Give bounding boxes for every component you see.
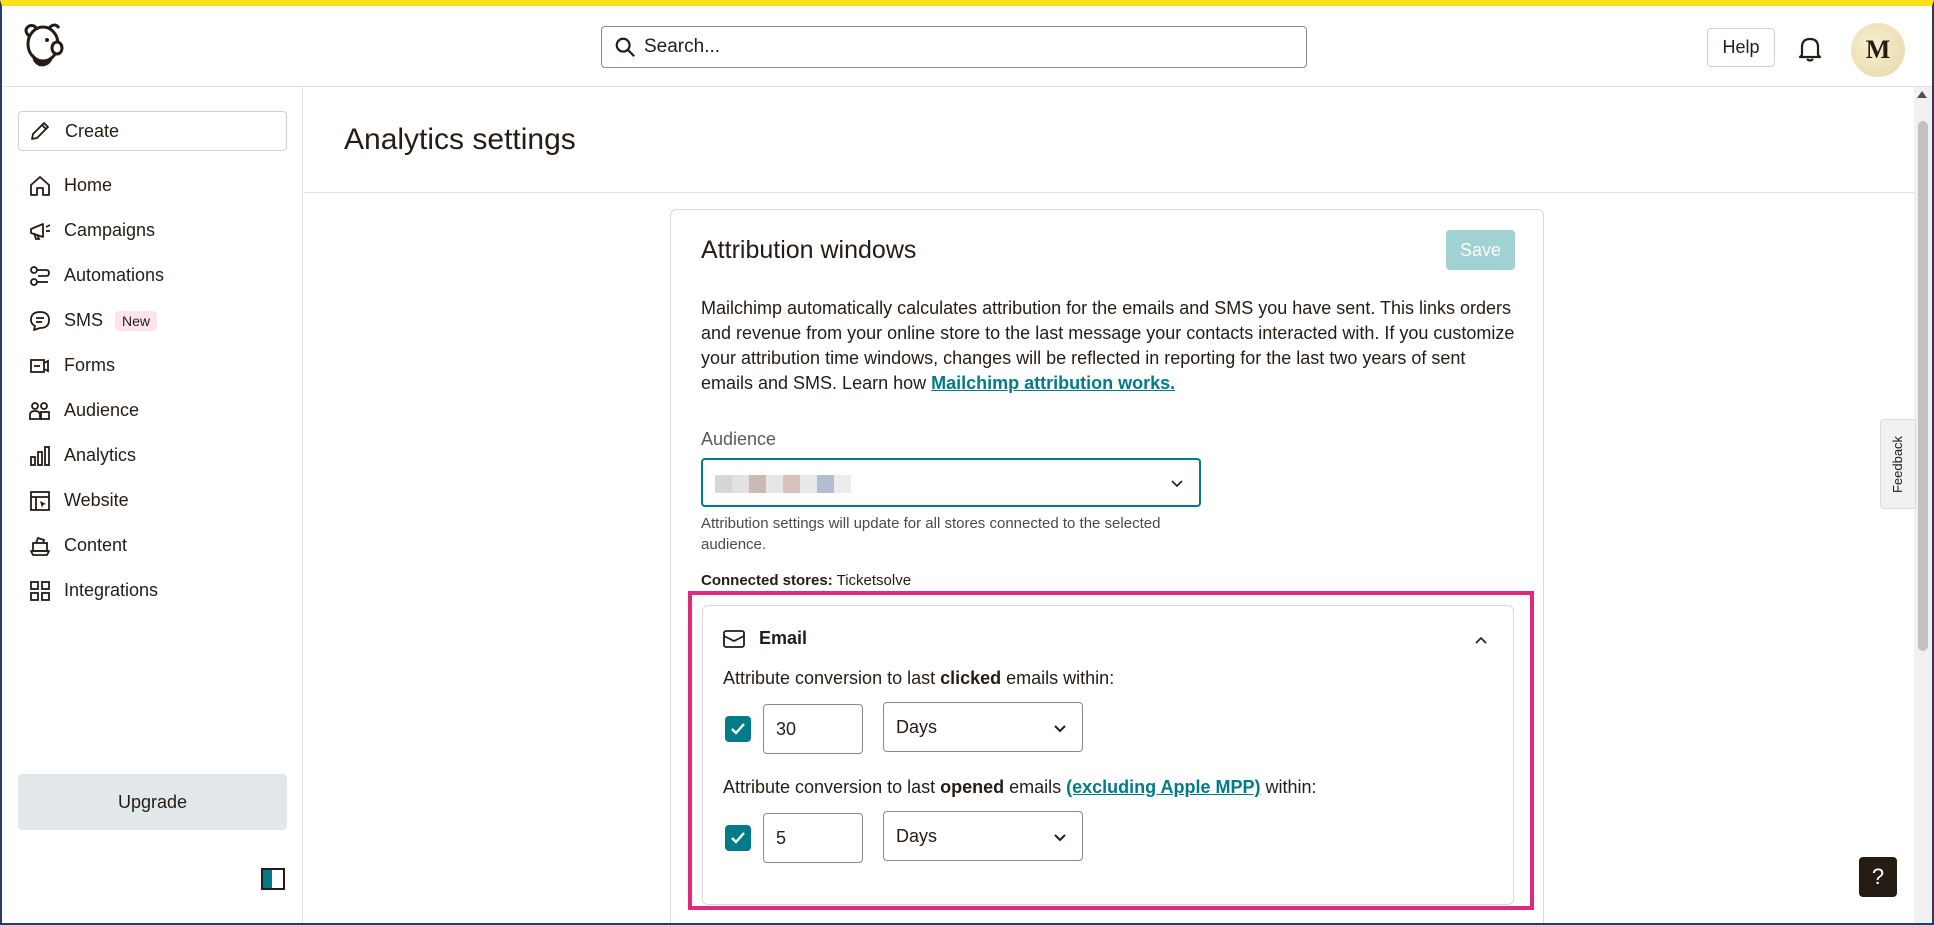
attribution-description: Mailchimp automatically calculates attri… <box>701 296 1521 396</box>
opened-unit-value: Days <box>896 825 938 846</box>
mailchimp-logo-icon[interactable] <box>19 20 67 72</box>
help-fab-button[interactable]: ? <box>1859 857 1897 897</box>
page-header: Analytics settings <box>304 87 1914 193</box>
clicked-rule-prefix: Attribute conversion to last <box>723 668 941 688</box>
sidebar-item-label: SMS <box>64 310 104 330</box>
sidebar-item-forms[interactable]: Forms <box>18 343 287 388</box>
sidebar-item-label: Analytics <box>64 445 137 465</box>
connected-stores: Connected stores: Ticketsolve <box>701 572 911 589</box>
sidebar-item-home[interactable]: Home <box>18 163 287 208</box>
checkmark-icon <box>731 832 745 844</box>
top-bar: Help M <box>2 6 1932 87</box>
clicked-rule-suffix: emails within: <box>1001 668 1115 688</box>
audience-help-text: Attribution settings will update for all… <box>701 515 1161 553</box>
email-attribution-panel: Email Attribute conversion to last click… <box>702 605 1514 905</box>
sidebar-item-website[interactable]: Website <box>18 478 287 523</box>
pencil-icon <box>31 122 49 140</box>
clicked-rule-text: Attribute conversion to last clicked ema… <box>723 668 1114 689</box>
sidebar-item-label: Content <box>64 535 128 555</box>
sidebar-item-automations[interactable]: Automations <box>18 253 287 298</box>
chevron-up-icon[interactable] <box>1473 633 1489 649</box>
website-icon <box>28 489 52 513</box>
card-title: Attribution windows <box>701 236 917 264</box>
opened-rule-text: Attribute conversion to last opened emai… <box>723 777 1317 798</box>
chevron-down-icon <box>1054 725 1066 733</box>
opened-rule-emphasis: opened <box>940 777 1005 797</box>
email-panel-title: Email <box>759 628 808 648</box>
clicked-rule-emphasis: clicked <box>940 668 1002 688</box>
clicked-days-input[interactable] <box>763 704 863 754</box>
sidebar-item-label: Automations <box>64 265 165 285</box>
checkmark-icon <box>731 723 745 735</box>
home-icon <box>28 174 52 198</box>
audience-label: Audience <box>701 429 777 449</box>
sidebar-item-label: Forms <box>64 355 115 375</box>
sidebar-item-analytics[interactable]: Analytics <box>18 433 287 478</box>
opened-rule-middle: emails <box>1004 777 1067 797</box>
search-input[interactable] <box>644 36 1284 58</box>
analytics-icon <box>28 444 52 468</box>
sidebar: Create Home Campaigns Automations SMS Ne… <box>2 87 303 923</box>
create-button[interactable]: Create <box>18 111 287 151</box>
app-window: Help M Create Home <box>0 0 1934 925</box>
email-panel-header[interactable]: Email <box>723 628 807 649</box>
sidebar-item-label: Integrations <box>64 580 159 600</box>
stores-value: Ticketsolve <box>832 572 912 589</box>
opened-days-input[interactable] <box>763 813 863 863</box>
clicked-unit-select[interactable]: Days <box>883 702 1083 752</box>
sidebar-item-label: Audience <box>64 400 140 420</box>
search-bar[interactable] <box>601 26 1307 68</box>
audience-value-redacted <box>715 475 851 493</box>
opened-rule-suffix: within: <box>1260 777 1317 797</box>
sidebar-item-campaigns[interactable]: Campaigns <box>18 208 287 253</box>
stores-label: Connected stores: <box>701 572 833 589</box>
audience-select[interactable] <box>701 458 1201 507</box>
sidebar-item-sms[interactable]: SMS New <box>18 298 287 343</box>
sms-icon <box>28 309 52 333</box>
sidebar-item-label: Campaigns <box>64 220 156 240</box>
opened-rule-prefix: Attribute conversion to last <box>723 777 941 797</box>
notifications-bell-icon[interactable] <box>1797 35 1823 63</box>
clicked-unit-value: Days <box>896 716 938 737</box>
sidebar-collapse-icon[interactable] <box>261 868 285 890</box>
integrations-icon <box>28 579 52 603</box>
clicked-checkbox[interactable] <box>725 716 751 742</box>
help-button[interactable]: Help <box>1707 28 1775 67</box>
chevron-down-icon <box>1171 480 1183 488</box>
forms-icon <box>28 354 52 378</box>
sidebar-nav: Home Campaigns Automations SMS New Forms… <box>18 163 287 613</box>
content-icon <box>28 534 52 558</box>
scroll-up-arrow-icon[interactable] <box>1917 91 1927 98</box>
megaphone-icon <box>28 219 52 243</box>
sidebar-item-label: Website <box>64 490 129 510</box>
upgrade-button[interactable]: Upgrade <box>18 774 287 830</box>
apple-mpp-link[interactable]: (excluding Apple MPP) <box>1066 777 1260 797</box>
sidebar-item-label: Home <box>64 175 113 195</box>
automation-icon <box>28 264 52 288</box>
create-label: Create <box>65 120 120 141</box>
feedback-tab[interactable]: Feedback <box>1880 419 1916 509</box>
attribution-learn-link[interactable]: Mailchimp attribution works. <box>931 373 1175 393</box>
sidebar-item-audience[interactable]: Audience <box>18 388 287 433</box>
search-icon <box>615 37 635 57</box>
save-button[interactable]: Save <box>1446 230 1515 270</box>
sidebar-item-content[interactable]: Content <box>18 523 287 568</box>
page-scrollbar[interactable] <box>1914 87 1932 923</box>
opened-checkbox[interactable] <box>725 825 751 851</box>
new-badge: New <box>115 310 158 331</box>
main-content: Analytics settings Attribution windows S… <box>304 87 1914 923</box>
feedback-label: Feedback <box>1890 435 1906 493</box>
sidebar-item-integrations[interactable]: Integrations <box>18 568 287 613</box>
user-avatar[interactable]: M <box>1851 23 1905 77</box>
chevron-down-icon <box>1054 834 1066 842</box>
opened-unit-select[interactable]: Days <box>883 811 1083 861</box>
page-title: Analytics settings <box>344 123 576 156</box>
envelope-icon <box>723 629 745 648</box>
scrollbar-thumb[interactable] <box>1918 121 1928 651</box>
audience-icon <box>28 399 52 423</box>
